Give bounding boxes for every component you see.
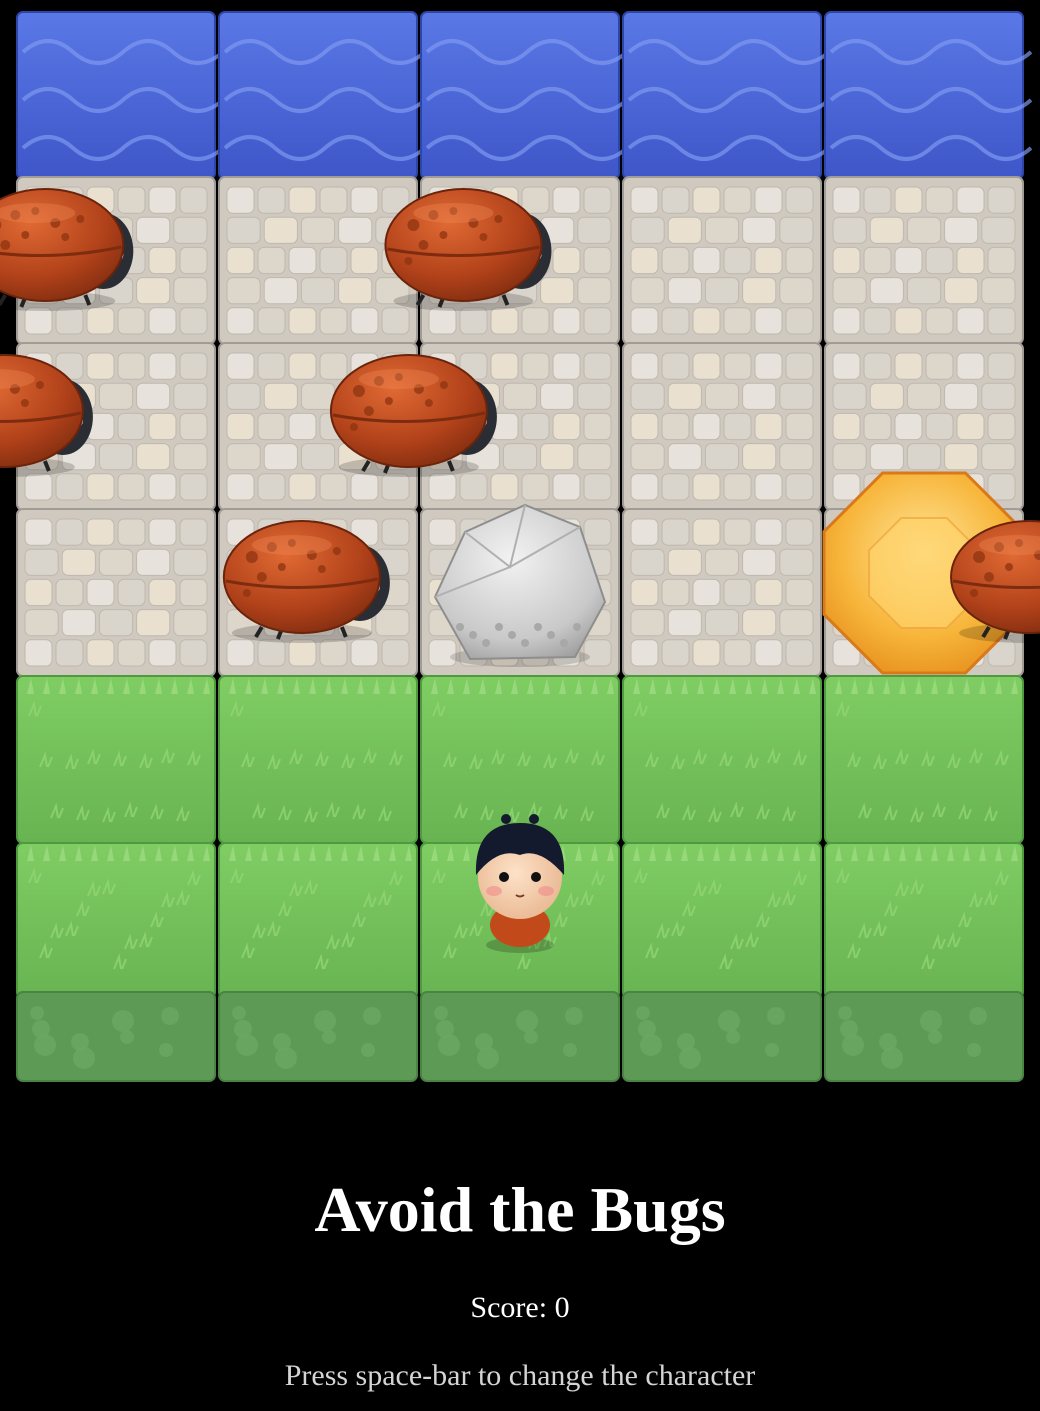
game-board[interactable]	[0, 0, 1040, 1090]
instruction-text: Press space-bar to change the character	[284, 1359, 756, 1392]
grass-tile	[622, 675, 822, 844]
game-title: Avoid the Bugs	[314, 1174, 726, 1245]
water-tile	[622, 11, 831, 180]
grass-tile	[16, 675, 216, 844]
grass-tile	[824, 675, 1024, 844]
water-tile	[218, 11, 427, 180]
score-display: Score: 0	[470, 1291, 570, 1324]
grass-tile	[218, 842, 418, 1082]
stone-tile	[16, 508, 216, 677]
water-row	[16, 11, 1033, 180]
grass-tile	[218, 675, 418, 844]
grass-tile	[16, 842, 216, 1082]
stone-tile	[622, 508, 822, 677]
grass-row-1	[16, 675, 1024, 844]
grass-tile	[622, 842, 822, 1082]
grass-tile	[420, 675, 620, 844]
water-tile	[16, 11, 225, 180]
stone-tile	[622, 176, 822, 345]
stone-tile	[622, 342, 822, 511]
grass-tile	[824, 842, 1024, 1082]
water-tile	[420, 11, 629, 180]
stone-tile	[824, 176, 1024, 345]
water-tile	[824, 11, 1033, 180]
